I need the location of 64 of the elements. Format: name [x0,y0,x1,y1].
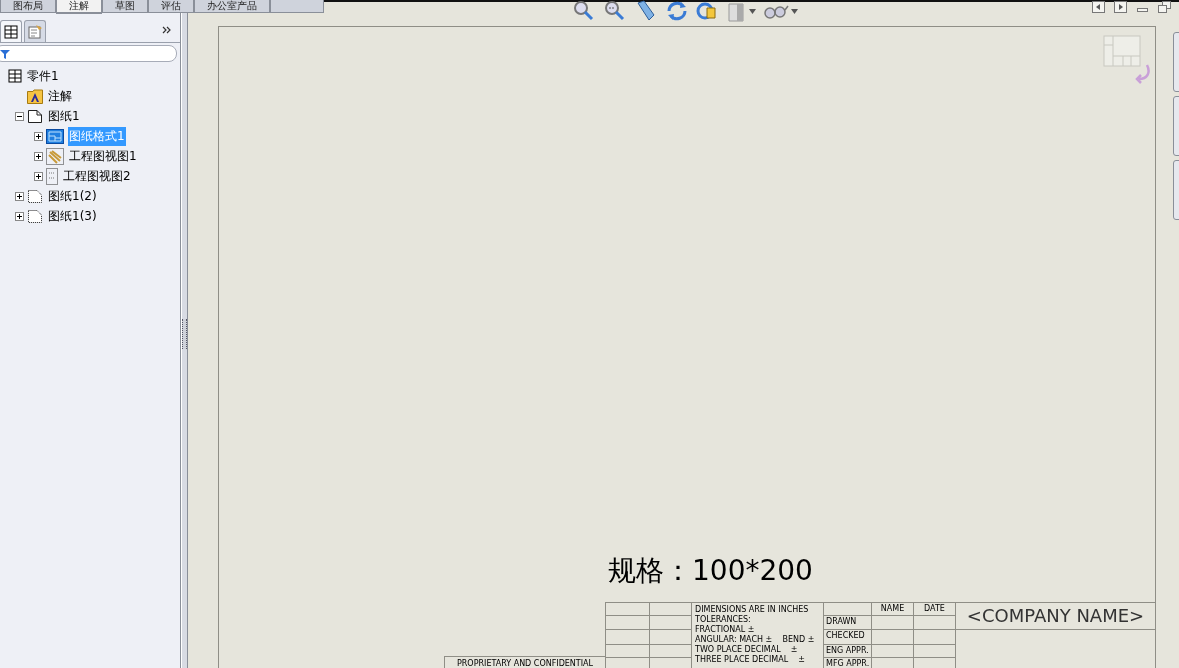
expand-toggle[interactable] [15,211,25,221]
tolerance-note: FRACTIONAL ± [695,625,756,635]
tree-item[interactable]: 工程图视图1 [68,146,138,166]
tolerance-note: DIMENSIONS ARE IN INCHES [695,605,810,615]
annotation-folder-icon [27,88,43,104]
zoom-to-fit-icon[interactable] [572,0,596,22]
title-block-cell [913,616,955,630]
tolerance-note: ANGULAR: MACH ± BEND ± [695,635,816,645]
collapse-toggle[interactable] [15,111,25,121]
caret-icon[interactable] [791,8,798,14]
expand-toggle[interactable] [34,171,44,181]
tolerance-note: TWO PLACE DECIMAL ± [695,645,799,655]
title-block-cell [605,630,649,645]
sheet-icon [27,208,43,224]
expand-toggle[interactable] [34,151,44,161]
expand-toggle[interactable] [15,191,25,201]
spec-text: 规格：100*200 [608,554,814,588]
command-tab[interactable]: 注解 [56,0,102,14]
signoff-label: CHECKED [823,630,871,645]
drawing-view-icon [46,147,64,165]
column-header: DATE [913,603,955,616]
tree-item[interactable]: 注解 [47,86,73,106]
title-block-cell [913,645,955,658]
filter-field[interactable] [0,45,177,62]
cube-icon[interactable] [727,0,747,22]
command-tab[interactable]: 草图 [102,0,148,13]
title-block-cell [913,630,955,645]
expand-chevron-icon[interactable] [162,26,172,34]
sheet-format-icon [46,128,64,144]
command-tab[interactable]: 评估 [148,0,194,13]
command-tab[interactable]: 图布局 [0,0,56,13]
column-header: NAME [871,603,913,616]
sheet-icon [27,108,43,124]
tree-item[interactable]: 图纸1(2) [47,186,98,206]
caret-icon[interactable] [749,8,756,14]
zoom-area-icon[interactable] [603,0,627,22]
part-icon [8,69,22,83]
next-sheet-icon[interactable] [1114,1,1127,13]
tree-item[interactable]: 图纸1 [47,106,81,126]
splitter-handle[interactable] [182,319,187,349]
title-block-cell [871,645,913,658]
tolerance-note: TOLERANCES: [695,615,752,625]
sheet-icon [27,188,43,204]
tolerance-note: THREE PLACE DECIMAL ± [695,655,806,665]
tree-item[interactable]: 图纸1(3) [47,206,98,226]
expand-toggle[interactable] [34,131,44,141]
restore-icon[interactable] [1158,1,1171,13]
command-tab[interactable]: 办公室产品 [194,0,270,13]
drawing-view-icon [46,167,58,185]
rotate-icon[interactable] [665,0,689,22]
sheet-thumbnail-icon[interactable] [1103,35,1151,85]
previous-sheet-icon[interactable] [1092,1,1105,13]
tree-item[interactable]: 工程图视图2 [62,166,132,186]
signoff-label: DRAWN [823,616,871,630]
title-block-cell [871,616,913,630]
tree-item[interactable]: 零件1 [26,66,60,86]
title-block-cell [871,630,913,645]
company-name: <COMPANY NAME> [955,603,1155,630]
proprietary-label: PROPRIETARY AND CONFIDENTIAL [455,658,595,668]
filter-icon[interactable] [0,48,10,59]
signoff-label: ENG APPR. [823,645,871,658]
feature-tree-tab[interactable] [0,20,22,42]
signoff-label: MFG APPR. [823,658,871,668]
title-block-cell [605,616,649,630]
